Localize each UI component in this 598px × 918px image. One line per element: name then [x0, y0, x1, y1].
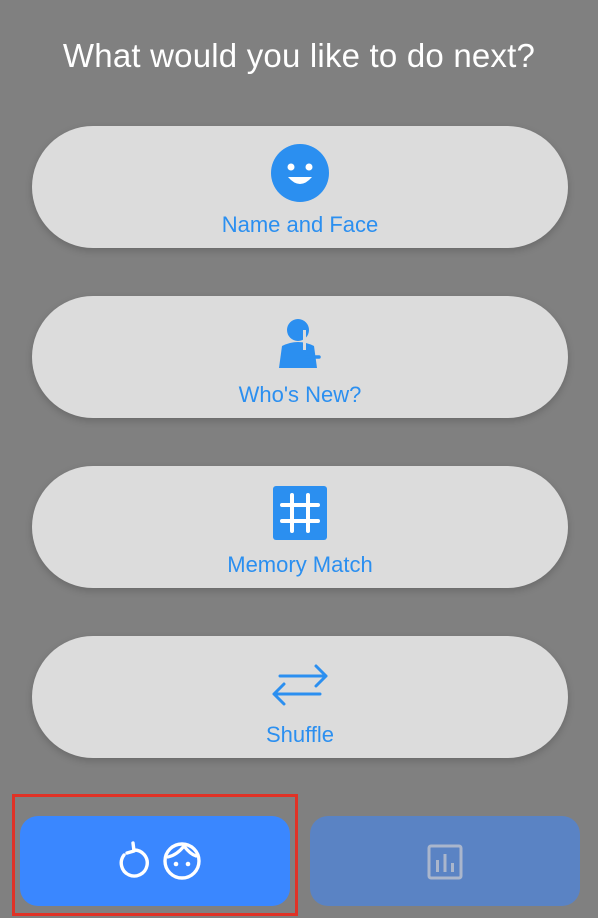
shuffle-button[interactable]: Shuffle	[32, 636, 568, 758]
restart-button[interactable]	[20, 816, 290, 906]
person-add-icon	[279, 319, 321, 368]
stats-button[interactable]	[310, 816, 580, 906]
memory-match-button[interactable]: Memory Match	[32, 466, 568, 588]
whos-new-button[interactable]: Who's New?	[32, 296, 568, 418]
refresh-icon	[119, 841, 149, 878]
swap-arrows-icon	[272, 664, 328, 706]
whos-new-label: Who's New?	[238, 382, 362, 407]
face-outline-icon	[163, 842, 201, 880]
smiley-face-icon	[271, 144, 329, 202]
grid-icon	[273, 486, 327, 540]
name-and-face-label: Name and Face	[221, 212, 379, 237]
shuffle-label: Shuffle	[265, 722, 335, 747]
bar-chart-icon	[427, 844, 463, 880]
name-and-face-button[interactable]: Name and Face	[32, 126, 568, 248]
memory-match-label: Memory Match	[227, 552, 373, 577]
page-title: What would you like to do next?	[62, 37, 536, 74]
